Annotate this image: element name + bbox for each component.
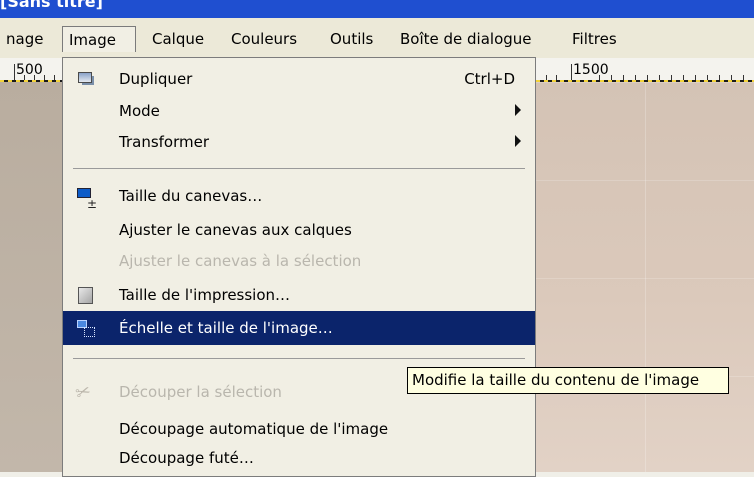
menu-item-filters[interactable]: Filtres xyxy=(566,26,623,52)
menu-item-transform[interactable]: Transformer xyxy=(63,127,535,157)
canvas-left-area[interactable] xyxy=(0,82,62,472)
menu-label-fit-canvas-to-selection: Ajuster le canevas à la sélection xyxy=(119,252,362,270)
menu-item-canvas-size[interactable]: Taille du canevas… xyxy=(63,181,535,219)
submenu-arrow-icon xyxy=(515,104,521,116)
canvas-size-icon xyxy=(76,187,97,219)
menu-label-scale-image: Échelle et taille de l'image… xyxy=(119,319,333,337)
ruler-label-500: 500 xyxy=(16,62,43,78)
menu-label-zealous-crop: Découpage futé… xyxy=(119,449,254,467)
duplicate-icon xyxy=(76,70,94,88)
menu-label-fit-canvas-to-layers: Ajuster le canevas aux calques xyxy=(119,221,352,239)
menu-label-canvas-size: Taille du canevas… xyxy=(119,187,263,205)
crop-selection-icon xyxy=(76,383,94,401)
canvas-grid-area[interactable] xyxy=(535,82,754,472)
print-size-icon xyxy=(76,286,94,304)
window-title-bar: [Sans titre] xyxy=(0,0,754,18)
menu-item-scale-image[interactable]: Échelle et taille de l'image… xyxy=(63,311,535,345)
menu-item-print-size[interactable]: Taille de l'impression… xyxy=(63,280,535,310)
menu-item-mode[interactable]: Mode xyxy=(63,96,535,126)
window-title: [Sans titre] xyxy=(0,0,103,11)
menu-item-colors[interactable]: Couleurs xyxy=(225,26,303,52)
menu-label-print-size: Taille de l'impression… xyxy=(119,286,291,304)
submenu-arrow-icon xyxy=(515,135,521,147)
menu-item-duplicate[interactable]: Dupliquer Ctrl+D xyxy=(63,64,535,94)
menu-item-tools[interactable]: Outils xyxy=(324,26,379,52)
menu-label-autocrop-image: Découpage automatique de l'image xyxy=(119,420,389,438)
image-menu-dropdown: Dupliquer Ctrl+D Mode Transformer Taille… xyxy=(62,57,536,477)
menu-separator xyxy=(73,358,525,359)
menu-item-fit-canvas-to-layers[interactable]: Ajuster le canevas aux calques xyxy=(63,215,535,245)
menu-item-layer[interactable]: Calque xyxy=(146,26,210,52)
menu-item-dialogs[interactable]: Boîte de dialogue xyxy=(394,26,538,52)
menu-separator xyxy=(73,168,525,169)
tooltip: Modifie la taille du contenu de l'image xyxy=(407,367,729,394)
menu-label-mode: Mode xyxy=(119,102,160,120)
menu-item-fit-canvas-to-selection: Ajuster le canevas à la sélection xyxy=(63,246,535,276)
ruler-label-1500: 1500 xyxy=(573,62,609,78)
menu-item-image[interactable]: Image xyxy=(62,26,136,52)
menu-label-crop-selection: Découper la sélection xyxy=(119,383,282,401)
menu-label-duplicate: Dupliquer xyxy=(119,70,193,88)
menu-item-autocrop-image[interactable]: Découpage automatique de l'image xyxy=(63,414,535,444)
scale-image-icon xyxy=(76,319,95,337)
menu-item-view[interactable]: nage xyxy=(0,26,49,52)
menu-shortcut-duplicate: Ctrl+D xyxy=(464,70,515,88)
menu-bar: nage Image Calque Couleurs Outils Boîte … xyxy=(0,18,754,58)
menu-item-zealous-crop[interactable]: Découpage futé… xyxy=(63,443,535,473)
menu-label-transform: Transformer xyxy=(119,133,210,151)
